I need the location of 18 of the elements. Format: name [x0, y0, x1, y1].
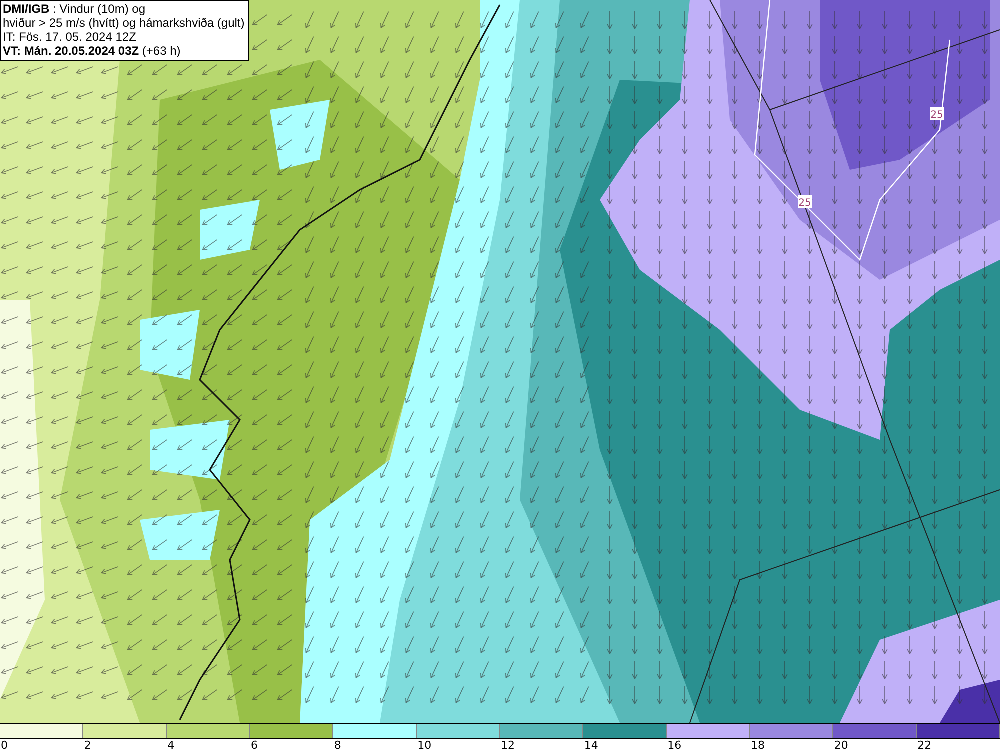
title-line: VT: Mán. 20.05.2024 03Z (+63 h): [3, 44, 182, 58]
scale-tick: 6: [251, 739, 258, 753]
contour-label: 25: [930, 107, 944, 121]
title-line: DMI/IGB : Vindur (10m) og: [3, 2, 146, 16]
scale-tick: 16: [668, 739, 682, 753]
scale-tick: 8: [334, 739, 342, 753]
title-line: IT: Fös. 17. 05. 2024 12Z: [3, 30, 138, 44]
scale-tick: 12: [501, 739, 515, 753]
contour-label: 25: [798, 195, 812, 209]
title-line: hviður > 25 m/s (hvítt) og hámarkshviða (gult): [3, 16, 245, 30]
scale-tick: 20: [834, 739, 848, 753]
scale-tick: 22: [918, 739, 932, 753]
scale-tick: 10: [418, 739, 432, 753]
scale-tick: 18: [751, 739, 765, 753]
scale-tick: 2: [84, 739, 92, 753]
scale-tick: 4: [168, 739, 175, 753]
scale-tick: 0: [1, 739, 8, 753]
scale-tick: 14: [584, 739, 598, 753]
